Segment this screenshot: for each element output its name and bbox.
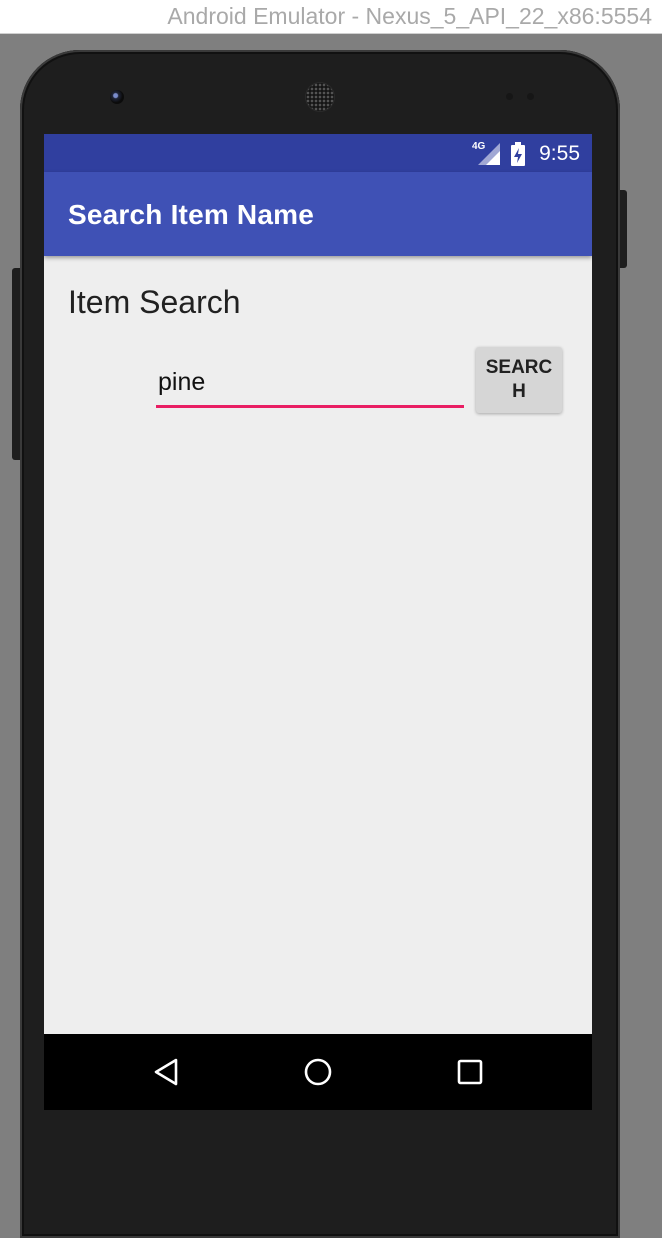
battery-icon [511, 142, 525, 166]
app-bar-title: Search Item Name [68, 199, 314, 230]
signal-icon [478, 143, 500, 165]
light-sensor-icon [527, 93, 534, 100]
status-time: 9:55 [539, 142, 580, 165]
app-bar: Search Item Name [44, 172, 592, 256]
back-icon [154, 1058, 178, 1086]
item-search-heading: Item Search [68, 284, 241, 320]
search-input[interactable] [156, 364, 464, 408]
status-bar: 4G 9:55 [44, 134, 592, 172]
recent-apps-icon [457, 1059, 483, 1085]
device-screen: 4G 9:55 Search Item Name Item Search SEA… [44, 134, 592, 1110]
earpiece-speaker-icon [306, 83, 334, 111]
back-button[interactable] [144, 1052, 188, 1092]
front-camera-icon [110, 90, 124, 104]
navigation-bar [44, 1034, 592, 1110]
recent-apps-button[interactable] [448, 1052, 492, 1092]
proximity-sensor-icon [506, 93, 513, 100]
home-button[interactable] [296, 1052, 340, 1092]
home-icon [304, 1058, 332, 1086]
emulator-window-title: Android Emulator - Nexus_5_API_22_x86:55… [0, 0, 662, 34]
search-button[interactable]: SEARCH [476, 347, 562, 413]
